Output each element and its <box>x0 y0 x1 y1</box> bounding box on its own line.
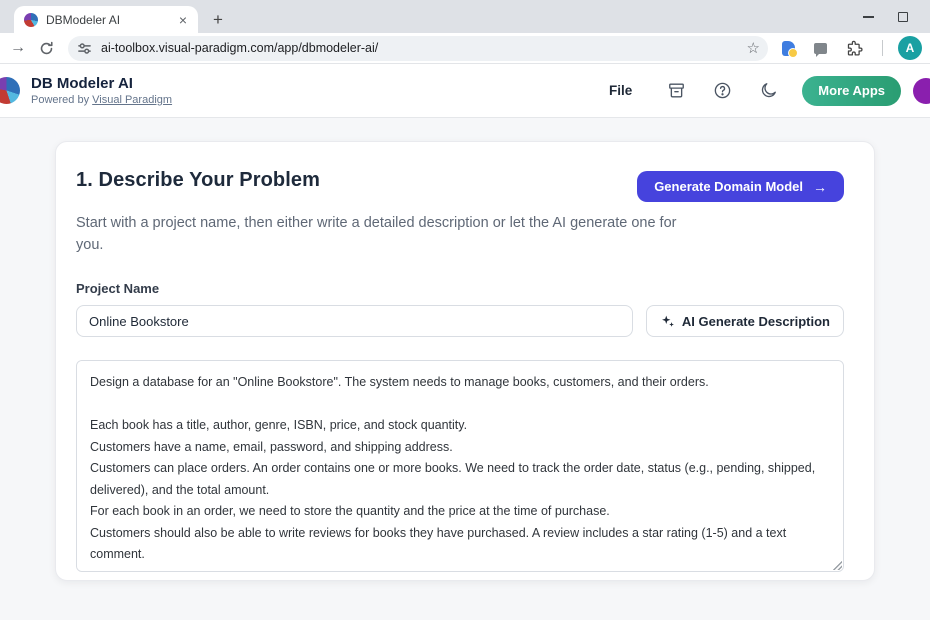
ai-generate-description-label: AI Generate Description <box>682 314 830 329</box>
url-text[interactable]: ai-toolbox.visual-paradigm.com/app/dbmod… <box>101 41 741 55</box>
export-archive-icon[interactable] <box>666 81 686 101</box>
tab-title: DBModeler AI <box>46 13 176 27</box>
arrow-right-icon: → <box>813 179 827 195</box>
bookmark-star-icon[interactable]: ☆ <box>747 39 760 57</box>
app-header: DB Modeler AI Powered by Visual Paradigm… <box>0 64 930 118</box>
card-subheading: Start with a project name, then either w… <box>76 212 701 256</box>
help-icon[interactable] <box>712 81 732 101</box>
project-name-label: Project Name <box>76 281 844 296</box>
ai-generate-description-button[interactable]: AI Generate Description <box>646 305 844 337</box>
powered-by: Powered by Visual Paradigm <box>31 94 172 106</box>
dark-mode-moon-icon[interactable] <box>758 81 778 101</box>
app-user-avatar[interactable] <box>913 78 930 104</box>
browser-toolbar: → ai-toolbox.visual-paradigm.com/app/dbm… <box>0 33 930 64</box>
generate-domain-model-button[interactable]: Generate Domain Model → <box>637 171 844 202</box>
file-menu[interactable]: File <box>601 77 640 104</box>
card-heading: 1. Describe Your Problem <box>76 169 320 192</box>
visual-paradigm-link[interactable]: Visual Paradigm <box>92 94 172 106</box>
extensions-puzzle-icon[interactable] <box>846 40 863 57</box>
minimize-icon[interactable] <box>863 16 874 18</box>
toolbar-extensions: A <box>782 36 922 60</box>
app-title: DB Modeler AI <box>31 75 172 93</box>
new-tab-button[interactable]: + <box>206 8 230 32</box>
maximize-icon[interactable] <box>898 12 908 22</box>
project-name-input[interactable] <box>76 305 633 337</box>
chat-extension-icon[interactable] <box>814 43 827 54</box>
app-logo-icon <box>0 77 20 104</box>
docs-extension-icon[interactable] <box>782 41 795 56</box>
describe-problem-card: 1. Describe Your Problem Generate Domain… <box>55 141 875 581</box>
site-settings-icon[interactable] <box>77 41 92 56</box>
app-header-actions: File More Apps <box>601 76 930 106</box>
problem-description-textarea[interactable]: Design a database for an "Online Booksto… <box>76 360 844 572</box>
more-apps-button[interactable]: More Apps <box>802 76 901 106</box>
browser-profile-avatar[interactable]: A <box>898 36 922 60</box>
toolbar-divider <box>882 40 883 56</box>
browser-tab-strip: DBModeler AI × + <box>0 0 930 33</box>
sparkles-icon <box>660 314 675 329</box>
url-bar[interactable]: ai-toolbox.visual-paradigm.com/app/dbmod… <box>68 36 768 61</box>
app-title-block: DB Modeler AI Powered by Visual Paradigm <box>31 75 172 106</box>
tab-close-icon[interactable]: × <box>176 13 190 27</box>
forward-icon[interactable]: → <box>4 39 32 57</box>
reload-icon[interactable] <box>32 41 60 56</box>
window-controls <box>863 0 922 33</box>
powered-by-prefix: Powered by <box>31 94 92 106</box>
browser-tab[interactable]: DBModeler AI × <box>14 6 198 33</box>
site-favicon-icon <box>24 13 38 27</box>
generate-domain-model-label: Generate Domain Model <box>654 179 803 194</box>
